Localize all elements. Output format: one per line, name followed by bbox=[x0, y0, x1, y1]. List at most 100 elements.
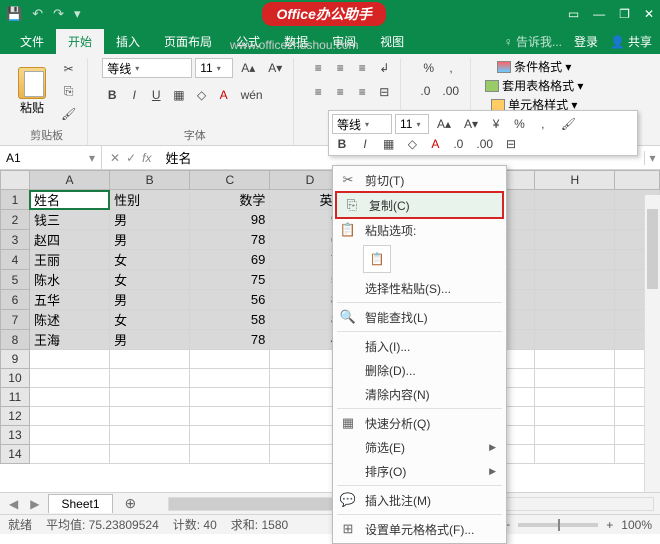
align-bottom-button[interactable]: ≡ bbox=[352, 58, 372, 78]
tab-insert[interactable]: 插入 bbox=[104, 29, 152, 54]
zoom-slider[interactable] bbox=[518, 523, 598, 527]
ctx-smart-lookup[interactable]: 🔍智能查找(L) bbox=[333, 305, 506, 329]
paste-icon bbox=[18, 67, 46, 99]
merge-button[interactable]: ⊟ bbox=[374, 82, 394, 102]
sheet-tab-bar: ◀ ▶ Sheet1 ⊕ bbox=[0, 492, 660, 514]
add-sheet-button[interactable]: ⊕ bbox=[119, 495, 143, 512]
tab-home[interactable]: 开始 bbox=[56, 29, 104, 54]
align-middle-button[interactable]: ≡ bbox=[330, 58, 350, 78]
mini-italic[interactable]: I bbox=[355, 134, 375, 154]
mini-fill[interactable]: ◇ bbox=[402, 134, 422, 154]
mini-font-select[interactable]: 等线▾ bbox=[332, 114, 392, 134]
mini-font-color[interactable]: A bbox=[425, 134, 445, 154]
cancel-formula-icon[interactable]: ✕ bbox=[110, 151, 120, 165]
tab-nav-prev[interactable]: ◀ bbox=[6, 497, 21, 511]
mini-inc-decimal[interactable]: .0 bbox=[448, 134, 468, 154]
fx-icon[interactable]: fx bbox=[142, 151, 151, 165]
mini-percent[interactable]: % bbox=[509, 114, 530, 134]
status-average: 平均值: 75.23809524 bbox=[46, 516, 159, 533]
ctx-clear[interactable]: 清除内容(N) bbox=[333, 382, 506, 406]
paste-button[interactable]: 粘贴 bbox=[12, 65, 52, 118]
mini-border[interactable]: ▦ bbox=[378, 134, 399, 154]
mini-grow-font[interactable]: A▴ bbox=[432, 114, 456, 134]
ctx-sort[interactable]: 排序(O)▶ bbox=[333, 459, 506, 483]
font-size-select[interactable]: 11▾ bbox=[195, 58, 233, 78]
ctx-insert[interactable]: 插入(I)... bbox=[333, 334, 506, 358]
mini-merge[interactable]: ⊟ bbox=[501, 134, 521, 154]
status-count: 计数: 40 bbox=[173, 516, 217, 533]
spreadsheet-grid[interactable]: A B C D F G H 1姓名性别数学英语语2钱三男98983赵四男7865… bbox=[0, 170, 660, 470]
ctx-paste-special[interactable]: 选择性粘贴(S)... bbox=[333, 276, 506, 300]
save-icon[interactable]: 💾 bbox=[6, 6, 22, 22]
ctx-filter[interactable]: 筛选(E)▶ bbox=[333, 435, 506, 459]
undo-icon[interactable]: ↶ bbox=[32, 6, 43, 22]
tab-file[interactable]: 文件 bbox=[8, 29, 56, 54]
paste-default-button[interactable]: 📋 bbox=[363, 245, 391, 273]
zoom-level[interactable]: 100% bbox=[621, 518, 652, 532]
grow-font-button[interactable]: A▴ bbox=[236, 58, 260, 78]
enter-formula-icon[interactable]: ✓ bbox=[126, 151, 136, 165]
decrease-decimal-button[interactable]: .00 bbox=[437, 81, 464, 101]
close-icon[interactable]: ✕ bbox=[644, 7, 654, 21]
conditional-format-button[interactable]: 条件格式 ▾ bbox=[497, 58, 571, 75]
group-clipboard: 粘贴 ✂ ⎘ 🖌 剪贴板 bbox=[6, 58, 88, 145]
increase-decimal-button[interactable]: .0 bbox=[415, 81, 435, 101]
ctx-format-cells[interactable]: ⊞设置单元格格式(F)... bbox=[333, 517, 506, 541]
italic-button[interactable]: I bbox=[124, 85, 144, 105]
minimize-icon[interactable]: — bbox=[593, 7, 605, 21]
percent-button[interactable]: % bbox=[418, 58, 439, 78]
mini-shrink-font[interactable]: A▾ bbox=[459, 114, 483, 134]
phonetic-button[interactable]: wén bbox=[236, 85, 268, 105]
vertical-scrollbar[interactable] bbox=[644, 195, 660, 492]
col-header[interactable]: H bbox=[535, 171, 615, 190]
align-top-button[interactable]: ≡ bbox=[308, 58, 328, 78]
ctx-copy[interactable]: ⎘复制(C) bbox=[337, 193, 502, 217]
table-format-button[interactable]: 套用表格格式 ▾ bbox=[485, 77, 583, 94]
mini-comma[interactable]: , bbox=[533, 114, 553, 134]
login-link[interactable]: 登录 bbox=[566, 29, 606, 54]
tab-nav-next[interactable]: ▶ bbox=[27, 497, 42, 511]
shrink-font-button[interactable]: A▾ bbox=[263, 58, 287, 78]
col-header[interactable]: B bbox=[110, 171, 190, 190]
align-center-button[interactable]: ≡ bbox=[330, 82, 350, 102]
copy-button[interactable]: ⎘ bbox=[56, 81, 81, 102]
tell-me[interactable]: ♀ 告诉我... bbox=[504, 33, 562, 50]
context-menu: ✂剪切(T) ⎘复制(C) 📋粘贴选项: 📋 选择性粘贴(S)... 🔍智能查找… bbox=[332, 165, 507, 544]
fill-color-button[interactable]: ◇ bbox=[192, 85, 212, 105]
col-header[interactable]: A bbox=[29, 171, 109, 190]
mini-currency[interactable]: ¥ bbox=[486, 114, 506, 134]
ctx-paste-options: 📋 bbox=[333, 242, 506, 276]
col-header[interactable]: C bbox=[190, 171, 270, 190]
sheet-tab[interactable]: Sheet1 bbox=[48, 494, 112, 513]
tab-layout[interactable]: 页面布局 bbox=[152, 29, 224, 54]
comma-button[interactable]: , bbox=[441, 58, 461, 78]
font-name-select[interactable]: 等线▾ bbox=[102, 58, 192, 78]
ctx-cut[interactable]: ✂剪切(T) bbox=[333, 168, 506, 192]
align-right-button[interactable]: ≡ bbox=[352, 82, 372, 102]
format-painter-button[interactable]: 🖌 bbox=[56, 104, 81, 124]
select-all-corner[interactable] bbox=[1, 171, 30, 190]
name-box[interactable]: A1▾ bbox=[0, 146, 102, 169]
share-button[interactable]: 👤 共享 bbox=[610, 33, 652, 50]
ctx-quick-analysis[interactable]: ▦快速分析(Q) bbox=[333, 411, 506, 435]
cut-button[interactable]: ✂ bbox=[56, 59, 81, 79]
redo-icon[interactable]: ↷ bbox=[53, 6, 64, 22]
wrap-text-button[interactable]: ↲ bbox=[374, 58, 394, 78]
column-headers: A B C D F G H bbox=[1, 171, 660, 190]
font-color-button[interactable]: A bbox=[214, 85, 234, 105]
mini-painter[interactable]: 🖌 bbox=[556, 114, 581, 134]
restore-icon[interactable]: ❐ bbox=[619, 7, 630, 21]
mini-dec-decimal[interactable]: .00 bbox=[471, 134, 498, 154]
ribbon-options-icon[interactable]: ▭ bbox=[568, 7, 579, 21]
align-left-button[interactable]: ≡ bbox=[308, 82, 328, 102]
ctx-insert-comment[interactable]: 💬插入批注(M) bbox=[333, 488, 506, 512]
mini-size-select[interactable]: 11▾ bbox=[395, 114, 429, 134]
tab-view[interactable]: 视图 bbox=[368, 29, 416, 54]
expand-formula-icon[interactable]: ▾ bbox=[644, 151, 660, 165]
bold-button[interactable]: B bbox=[102, 85, 122, 105]
ctx-delete[interactable]: 删除(D)... bbox=[333, 358, 506, 382]
border-button[interactable]: ▦ bbox=[168, 85, 189, 105]
mini-bold[interactable]: B bbox=[332, 134, 352, 154]
underline-button[interactable]: U bbox=[146, 85, 166, 105]
zoom-in-button[interactable]: + bbox=[606, 518, 613, 532]
